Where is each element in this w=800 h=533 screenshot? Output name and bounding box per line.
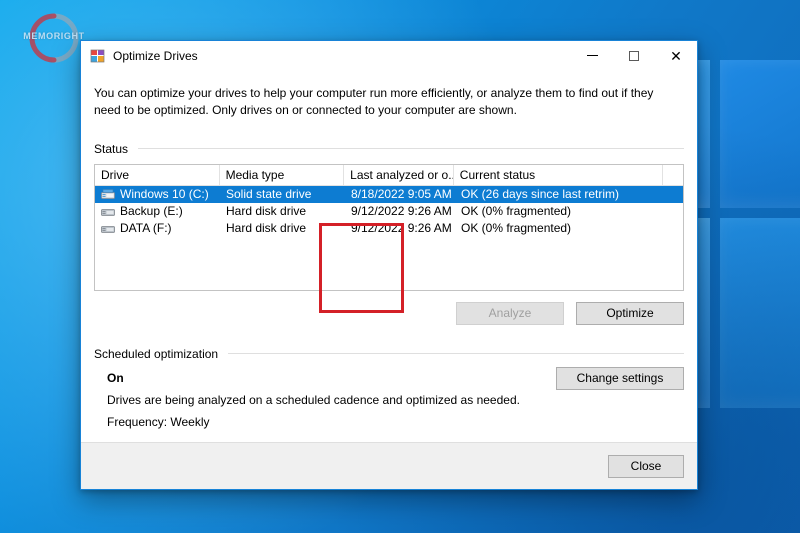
cell-media-type: Hard disk drive <box>226 204 307 219</box>
analyze-button[interactable]: Analyze <box>456 301 564 325</box>
close-button[interactable]: Close <box>608 454 684 478</box>
cell-drive-label: Backup (E:) <box>120 204 183 219</box>
scheduled-group-label: Scheduled optimization <box>94 346 219 361</box>
cell-last-analyzed: 9/12/2022 9:26 AM <box>351 221 452 236</box>
drive-list[interactable]: Drive Media type Last analyzed or o... C… <box>94 163 684 291</box>
cell-drive: DATA (F:) <box>95 220 220 237</box>
status-group-header: Status <box>94 142 684 156</box>
maximize-icon <box>629 50 639 61</box>
cell-drive: Windows 10 (C:) <box>95 186 220 203</box>
cell-media-type: Hard disk drive <box>226 221 307 236</box>
schedule-description: Drives are being analyzed on a scheduled… <box>107 392 520 407</box>
close-icon: ✕ <box>670 47 682 64</box>
window-title: Optimize Drives <box>113 48 198 63</box>
cell-current-status: OK (0% fragmented) <box>461 204 572 219</box>
window-body: You can optimize your drives to help you… <box>81 71 697 442</box>
column-header-drive[interactable]: Drive <box>95 164 220 185</box>
column-header-media-type[interactable]: Media type <box>220 164 345 185</box>
scheduled-group-rule <box>228 353 684 355</box>
system-drive-icon <box>101 188 115 200</box>
column-header-current-status[interactable]: Current status <box>454 164 664 185</box>
drive-icon <box>101 223 115 234</box>
cell-last-analyzed: 9/12/2022 9:26 AM <box>351 204 452 219</box>
scheduled-group-header: Scheduled optimization <box>94 347 684 361</box>
cell-drive: Backup (E:) <box>95 203 220 220</box>
scheduled-details: On Drives are being analyzed on a schedu… <box>94 366 684 429</box>
status-group-label: Status <box>94 141 129 156</box>
table-row[interactable]: Backup (E:) Hard disk drive 9/12/2022 9:… <box>95 203 683 220</box>
window-footer: Close <box>81 442 697 489</box>
change-settings-button[interactable]: Change settings <box>556 366 684 390</box>
maximize-button[interactable] <box>613 41 655 71</box>
cell-current-status: OK (26 days since last retrim) <box>461 187 620 202</box>
action-button-row: Analyze Optimize <box>94 301 684 325</box>
intro-text: You can optimize your drives to help you… <box>94 86 654 118</box>
minimize-icon <box>586 55 598 56</box>
column-header-spacer <box>663 165 683 185</box>
minimize-button[interactable] <box>571 41 613 71</box>
optimize-drives-window: Optimize Drives ✕ You can optimize your … <box>80 40 698 490</box>
column-header-last-analyzed[interactable]: Last analyzed or o... <box>344 164 454 185</box>
cell-drive-label: DATA (F:) <box>120 221 172 236</box>
cell-current-status: OK (0% fragmented) <box>461 221 572 236</box>
schedule-frequency: Frequency: Weekly <box>107 414 210 429</box>
drive-list-header: Drive Media type Last analyzed or o... C… <box>95 164 683 186</box>
close-window-button[interactable]: ✕ <box>655 41 697 71</box>
cell-drive-label: Windows 10 (C:) <box>120 187 209 202</box>
window-controls: ✕ <box>571 41 697 71</box>
status-group-rule <box>138 148 684 150</box>
optimize-button[interactable]: Optimize <box>576 301 684 325</box>
title-bar[interactable]: Optimize Drives ✕ <box>81 41 697 71</box>
cell-last-analyzed: 8/18/2022 9:05 AM <box>351 187 452 202</box>
logo-quadrant-4 <box>720 218 800 408</box>
table-row[interactable]: Windows 10 (C:) Solid state drive 8/18/2… <box>95 185 683 203</box>
drive-icon <box>101 206 115 217</box>
logo-quadrant-2 <box>720 60 800 208</box>
table-row[interactable]: DATA (F:) Hard disk drive 9/12/2022 9:26… <box>95 220 683 237</box>
optimize-drives-icon <box>90 48 106 64</box>
cell-media-type: Solid state drive <box>226 187 312 202</box>
desktop-background: MEMORIGHT Optimize Drives ✕ You can opti… <box>0 0 800 533</box>
